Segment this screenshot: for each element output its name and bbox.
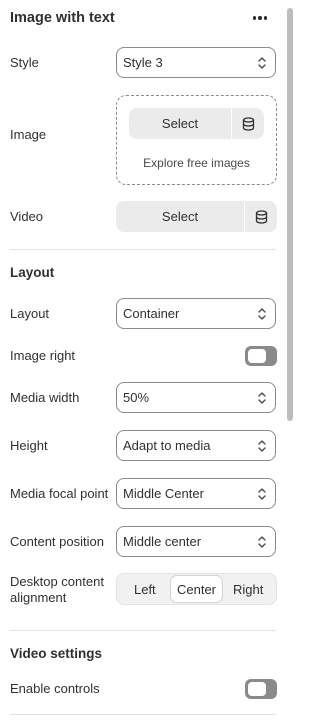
- height-select[interactable]: Adapt to media: [116, 430, 276, 461]
- layout-section-title: Layout: [10, 265, 55, 280]
- chevron-up-down-icon: [258, 488, 266, 500]
- height-value: Adapt to media: [123, 438, 211, 453]
- database-icon: [255, 209, 267, 224]
- style-label: Style: [10, 55, 39, 70]
- section-divider: [10, 714, 276, 715]
- chevron-up-down-icon: [258, 536, 266, 548]
- image-picker: Select: [129, 108, 264, 139]
- content-position-select[interactable]: Middle center: [116, 526, 276, 557]
- style-value: Style 3: [123, 55, 163, 70]
- content-position-label: Content position: [10, 534, 104, 549]
- style-select[interactable]: Style 3: [116, 47, 276, 78]
- enable-controls-label: Enable controls: [10, 681, 100, 696]
- image-library-button[interactable]: [231, 108, 264, 139]
- more-actions-icon[interactable]: [250, 9, 270, 27]
- desktop-alignment-label-line1: Desktop content: [10, 574, 104, 589]
- enable-controls-toggle[interactable]: [245, 679, 277, 699]
- media-focal-point-label: Media focal point: [10, 486, 109, 501]
- image-label: Image: [10, 127, 47, 142]
- video-label: Video: [10, 209, 44, 224]
- image-right-toggle[interactable]: [245, 346, 277, 366]
- scrollbar-thumb[interactable]: [287, 8, 293, 421]
- image-dropzone[interactable]: Select Explore free images: [116, 95, 277, 185]
- content-position-value: Middle center: [123, 534, 202, 549]
- chevron-up-down-icon: [258, 440, 266, 452]
- alignment-left-option[interactable]: Left: [119, 576, 171, 602]
- toggle-knob: [248, 682, 266, 696]
- media-width-select[interactable]: 50%: [116, 382, 276, 413]
- layout-select[interactable]: Container: [116, 298, 276, 329]
- video-picker: Select: [116, 201, 277, 232]
- height-label: Height: [10, 438, 48, 453]
- panel-title: Image with text: [10, 10, 115, 26]
- toggle-knob: [248, 349, 266, 363]
- layout-value: Container: [123, 306, 180, 321]
- media-focal-point-value: Middle Center: [123, 486, 204, 501]
- video-library-button[interactable]: [244, 201, 277, 232]
- alignment-center-option[interactable]: Center: [170, 576, 223, 602]
- database-icon: [242, 116, 254, 131]
- media-focal-point-select[interactable]: Middle Center: [116, 478, 276, 509]
- image-right-label: Image right: [10, 348, 76, 363]
- media-width-value: 50%: [123, 390, 150, 405]
- desktop-alignment-segmented-control: Left Center Right: [116, 573, 277, 605]
- desktop-alignment-label: Desktop content alignment: [10, 574, 104, 606]
- chevron-up-down-icon: [258, 57, 266, 69]
- section-divider: [10, 630, 276, 631]
- alignment-right-option[interactable]: Right: [222, 576, 274, 602]
- layout-label: Layout: [10, 306, 50, 321]
- desktop-alignment-label-line2: alignment: [10, 590, 67, 605]
- section-divider: [10, 249, 276, 250]
- explore-free-images-link[interactable]: Explore free images: [117, 156, 276, 170]
- video-settings-section-title: Video settings: [10, 646, 103, 661]
- chevron-up-down-icon: [258, 392, 266, 404]
- media-width-label: Media width: [10, 390, 80, 405]
- image-select-button[interactable]: Select: [129, 108, 231, 139]
- video-select-button[interactable]: Select: [116, 201, 244, 232]
- chevron-up-down-icon: [258, 308, 266, 320]
